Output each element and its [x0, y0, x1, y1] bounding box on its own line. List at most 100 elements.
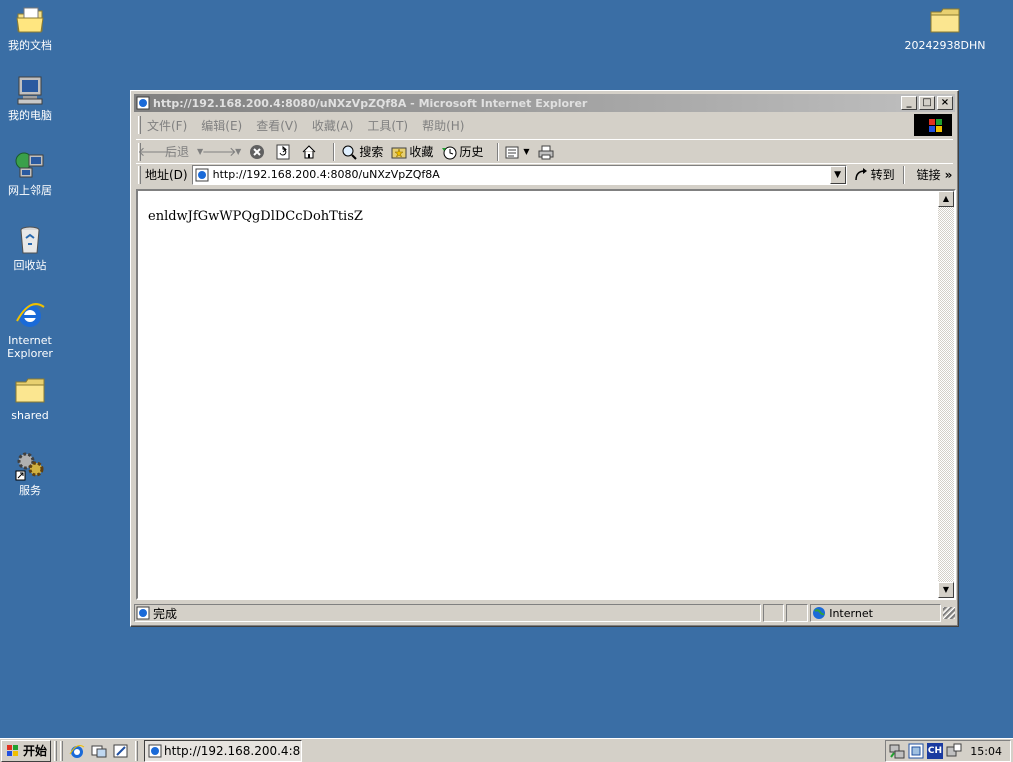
resize-grip[interactable]	[943, 607, 955, 619]
start-label: 开始	[23, 744, 48, 758]
go-label: 转到	[870, 168, 895, 182]
address-input[interactable]: http://192.168.200.4:8080/uNXzVpZQf8A ▼	[191, 164, 847, 185]
scroll-up-button[interactable]: ▲	[938, 191, 954, 207]
links-label: 链接	[916, 168, 941, 182]
desktop-icon-label: 我的电脑	[8, 109, 52, 122]
close-button[interactable]: ×	[937, 96, 953, 110]
menu-tools[interactable]: 工具(T)	[367, 117, 408, 134]
address-label: 地址(D)	[145, 168, 188, 182]
desktop-icon-label: 我的文档	[8, 39, 52, 52]
language-indicator[interactable]: CH	[927, 743, 943, 759]
quicklaunch-outlook-icon[interactable]	[90, 742, 108, 760]
standard-toolbar: 🡐 后退 ▼ 🡒 ▼ 搜索 收藏 历史 ▼	[136, 139, 953, 163]
desktop-icon-label: 网上邻居	[8, 184, 52, 197]
status-text-cell: 完成	[134, 604, 761, 622]
network-places-icon	[14, 149, 46, 181]
search-icon	[341, 144, 358, 160]
taskbar-grip	[60, 740, 64, 761]
desktop-icon-label: Internet Explorer	[7, 334, 53, 360]
status-cell	[762, 604, 785, 622]
taskbar-ie-window-button[interactable]: http://192.168.200.4:80...	[144, 739, 303, 762]
address-url: http://192.168.200.4:8080/uNXzVpZQf8A	[212, 168, 440, 181]
security-zone-cell: Internet	[810, 604, 942, 622]
forward-dropdown-icon[interactable]: ▼	[235, 147, 241, 156]
my-documents-icon	[14, 4, 46, 36]
title-bar[interactable]: http://192.168.200.4:8080/uNXzVpZQf8A - …	[134, 94, 955, 112]
menu-edit[interactable]: 编辑(E)	[201, 117, 242, 134]
start-button[interactable]: 开始	[1, 739, 52, 762]
stop-button[interactable]	[249, 144, 267, 160]
quicklaunch-desktop-icon[interactable]	[112, 742, 130, 760]
desktop-icon-internet-explorer[interactable]: Internet Explorer	[0, 299, 60, 360]
desktop-icon-label: 20242938DHN	[904, 39, 986, 52]
desktop-icon-recycle-bin[interactable]: 回收站	[0, 224, 60, 272]
task-label: http://192.168.200.4:80...	[164, 743, 301, 758]
go-button[interactable]: 转到	[853, 166, 895, 183]
folder-icon	[929, 4, 961, 36]
quicklaunch-ie-icon[interactable]	[68, 742, 86, 760]
stop-icon	[249, 144, 265, 160]
menu-favorites[interactable]: 收藏(A)	[312, 117, 354, 134]
status-text: 完成	[153, 606, 178, 621]
clock[interactable]: 15:04	[970, 745, 1002, 758]
print-button[interactable]	[538, 144, 556, 160]
mail-icon	[505, 144, 521, 160]
my-computer-icon	[14, 74, 46, 106]
page-content: enldwJfGwWPQgDlDCcDohTtisZ ▲ ▼	[136, 189, 956, 600]
desktop-icon-shared[interactable]: shared	[0, 374, 60, 422]
back-arrow-icon: 🡐	[137, 144, 173, 160]
desktop-icon-20242938dhn[interactable]: 20242938DHN	[900, 4, 990, 52]
network-tray-icon[interactable]	[889, 743, 905, 759]
desktop-icon-label: 服务	[19, 484, 41, 497]
menu-file[interactable]: 文件(F)	[147, 117, 187, 134]
desktop-icon-network[interactable]: 网上邻居	[0, 149, 60, 197]
forward-arrow-icon: 🡒	[201, 144, 237, 160]
address-bar: 地址(D) http://192.168.200.4:8080/uNXzVpZQ…	[136, 163, 953, 185]
address-dropdown-icon[interactable]: ▼	[829, 165, 846, 184]
status-bar: 完成 Internet	[134, 603, 955, 623]
favorites-icon	[391, 144, 407, 160]
home-icon	[301, 144, 317, 160]
back-button[interactable]: 🡐 后退 ▼	[137, 143, 204, 160]
search-button[interactable]: 搜索	[341, 143, 383, 160]
mail-dropdown-icon[interactable]: ▼	[523, 147, 529, 156]
maximize-button[interactable]: □	[919, 96, 935, 110]
display-tray-icon[interactable]	[908, 743, 924, 759]
page-icon	[195, 168, 209, 182]
desktop-icon-my-documents[interactable]: 我的文档	[0, 4, 60, 52]
go-arrow-icon	[853, 167, 869, 183]
menu-help[interactable]: 帮助(H)	[422, 117, 464, 134]
history-button[interactable]: 历史	[441, 143, 483, 160]
forward-button[interactable]: 🡒 ▼	[201, 144, 242, 160]
menu-view[interactable]: 查看(V)	[256, 117, 298, 134]
recycle-bin-icon	[14, 224, 46, 256]
page-done-icon	[135, 605, 151, 621]
favorites-button[interactable]: 收藏	[391, 143, 433, 160]
page-text: enldwJfGwWPQgDlDCcDohTtisZ	[148, 209, 363, 224]
window-title: http://192.168.200.4:8080/uNXzVpZQf8A - …	[153, 96, 588, 110]
refresh-button[interactable]	[275, 144, 293, 160]
address-grip[interactable]	[138, 165, 141, 184]
menu-grip[interactable]	[138, 116, 141, 134]
vertical-scrollbar[interactable]: ▲ ▼	[938, 191, 954, 598]
home-button[interactable]	[301, 144, 319, 160]
refresh-icon	[275, 144, 291, 160]
favorites-label: 收藏	[409, 145, 434, 159]
ie-page-icon	[148, 743, 162, 759]
minimize-button[interactable]: _	[901, 96, 917, 110]
scroll-down-button[interactable]: ▼	[938, 582, 954, 598]
chevron-right-icon: »	[944, 167, 953, 182]
windows-flag-icon	[5, 743, 21, 759]
taskbar: 开始 http://192.168.200.4:80... CH 15:04	[0, 738, 1013, 762]
input-method-tray-icon[interactable]	[946, 743, 962, 759]
desktop-icon-services[interactable]: 服务	[0, 449, 60, 497]
desktop-icon-my-computer[interactable]: 我的电脑	[0, 74, 60, 122]
services-icon	[14, 449, 46, 481]
toolbar-separator	[333, 142, 336, 161]
mail-button[interactable]: ▼	[505, 144, 530, 160]
links-button[interactable]: 链接 »	[917, 166, 953, 183]
status-cell	[786, 604, 809, 622]
internet-explorer-icon	[14, 299, 46, 331]
back-label: 后退	[165, 145, 190, 159]
desktop-icon-label: 回收站	[13, 259, 47, 272]
